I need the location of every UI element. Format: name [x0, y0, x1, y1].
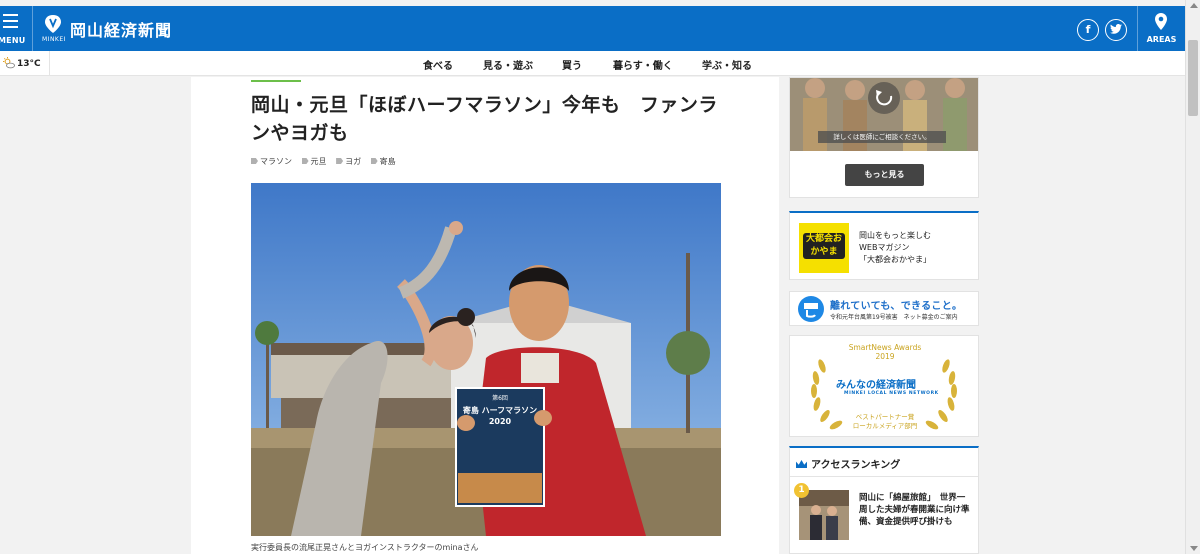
facebook-glyph: f: [1085, 23, 1091, 36]
tag-item[interactable]: ヨガ: [336, 156, 361, 167]
ranking-title: アクセスランキング: [811, 460, 901, 471]
nav-item-learn[interactable]: 学ぶ・知る: [702, 57, 752, 72]
crown-icon: [796, 460, 807, 468]
award-category: ベストパートナー賞 ローカルメディア部門: [790, 413, 980, 431]
areas-label: AREAS: [1146, 35, 1177, 44]
menu-label: MENU: [0, 36, 26, 45]
hamburger-icon: [3, 14, 18, 32]
ad-card: 詳しくは医師にご相談ください。 もっと見る: [789, 77, 979, 198]
site-title[interactable]: 岡山経済新聞: [70, 17, 172, 41]
magazine-logo-text: 大都会おかやま: [803, 233, 845, 259]
magazine-card[interactable]: 大都会おかやま 岡山をもっと楽しむ WEBマガジン 「大都会おかやま」: [789, 211, 979, 280]
award-logo-en: MINKEI LOCAL NEWS NETWORK: [844, 391, 939, 396]
scroll-thumb[interactable]: [1188, 40, 1198, 116]
ad-image[interactable]: 詳しくは医師にご相談ください。: [790, 78, 978, 151]
award-banner[interactable]: SmartNews Awards 2019 みんなの経済新聞 MINKEI LO…: [789, 335, 979, 437]
ranking-thumbnail[interactable]: [799, 490, 849, 540]
tag-item[interactable]: 寄島: [370, 156, 396, 167]
access-ranking: アクセスランキング 1 岡山に「綿屋旅館」 世界一周した夫婦が春開業に向け準備、…: [789, 446, 979, 554]
ranking-heading: アクセスランキング: [796, 456, 900, 471]
article-headline: 岡山・元旦「ほぼハーフマラソン」今年も ファンランやヨガも: [251, 94, 718, 144]
menu-button[interactable]: MENU: [0, 6, 30, 51]
award-bottom-line2: ローカルメディア部門: [852, 422, 918, 430]
tag-item[interactable]: マラソン: [251, 156, 292, 167]
award-title-line2: 2019: [875, 352, 895, 361]
flyer-line1: 第6回: [492, 394, 508, 402]
fund-subtitle: 令和元年台風第19号被害 ネット募金のご案内: [830, 314, 958, 321]
twitter-icon[interactable]: [1105, 19, 1127, 41]
logo-subtitle: MINKEI: [42, 36, 66, 43]
nav-item-live-work[interactable]: 暮らす・働く: [613, 57, 673, 72]
ad-banner-text: 詳しくは医師にご相談ください。: [818, 131, 946, 143]
flyer-line3: 2020: [489, 417, 512, 426]
tag-label: マラソン: [260, 157, 292, 166]
more-button[interactable]: もっと見る: [845, 164, 924, 186]
ranking-item-title[interactable]: 岡山に「綿屋旅館」 世界一周した夫婦が春開業に向け準備、資金提供呼び掛けも: [859, 492, 971, 528]
tag-label: 元旦: [310, 157, 327, 166]
tag-icon: [336, 158, 344, 164]
rank-badge: 1: [794, 483, 809, 498]
tag-label: 寄島: [379, 157, 396, 166]
minkei-logo-icon[interactable]: MINKEI: [42, 14, 66, 43]
award-bottom-line1: ベストパートナー賞: [855, 413, 915, 421]
tag-item[interactable]: 元旦: [301, 156, 327, 167]
flyer-line2: 寄島 ハーフマラソン: [463, 405, 537, 415]
article-main: 岡山・元旦「ほぼハーフマラソン」今年も ファンランやヨガも マラソン 元旦 ヨガ…: [191, 77, 779, 554]
scroll-down-arrow-icon[interactable]: [1190, 546, 1198, 551]
sun-cloud-icon: [3, 57, 15, 69]
magazine-logo[interactable]: 大都会おかやま: [799, 223, 849, 273]
header-divider: [32, 6, 33, 51]
temperature: 13°C: [17, 59, 41, 69]
award-title-line1: SmartNews Awards: [848, 343, 922, 352]
tag-icon: [370, 158, 378, 164]
category-accent-line: [251, 80, 301, 82]
award-title: SmartNews Awards 2019: [790, 343, 980, 361]
magazine-line3: 「大都会おかやま」: [859, 255, 931, 264]
magazine-line1: 岡山をもっと楽しむ: [859, 231, 931, 240]
article-photo[interactable]: 第6回 寄島 ハーフマラソン 2020: [251, 183, 721, 536]
award-logo-text: みんなの経済新聞: [836, 380, 916, 391]
scroll-up-arrow-icon[interactable]: [1190, 3, 1198, 8]
magazine-description: 岡山をもっと楽しむ WEBマガジン 「大都会おかやま」: [859, 230, 931, 266]
page-scrollbar[interactable]: [1185, 0, 1200, 554]
ranking-divider: [790, 476, 978, 477]
weather-widget[interactable]: 13°C: [0, 51, 50, 76]
photo-caption: 実行委員長の流尾正晃さんとヨガインストラクターのminaさん: [251, 543, 479, 552]
nav-item-eat[interactable]: 食べる: [423, 57, 453, 72]
facebook-icon[interactable]: f: [1077, 19, 1099, 41]
donation-icon: [798, 296, 824, 322]
category-nav: 13°C 食べる 見る・遊ぶ 買う 暮らす・働く 学ぶ・知る: [0, 51, 1185, 76]
map-pin-icon: [1155, 13, 1167, 30]
tag-label: ヨガ: [345, 157, 362, 166]
magazine-line2: WEBマガジン: [859, 243, 910, 252]
nav-item-see-play[interactable]: 見る・遊ぶ: [483, 57, 533, 72]
tag-icon: [301, 158, 309, 164]
tag-list: マラソン 元旦 ヨガ 寄島: [251, 156, 403, 167]
fundraising-banner[interactable]: 離れていても、できること。 令和元年台風第19号被害 ネット募金のご案内: [789, 291, 979, 326]
nav-item-buy[interactable]: 買う: [562, 57, 582, 72]
site-header: MENU MINKEI 岡山経済新聞 f AREAS: [0, 6, 1185, 51]
tag-icon: [251, 158, 258, 164]
minkei-network-logo: みんなの経済新聞 MINKEI LOCAL NEWS NETWORK: [836, 376, 939, 396]
fund-title: 離れていても、できること。: [830, 301, 963, 312]
areas-button[interactable]: AREAS: [1138, 6, 1185, 51]
